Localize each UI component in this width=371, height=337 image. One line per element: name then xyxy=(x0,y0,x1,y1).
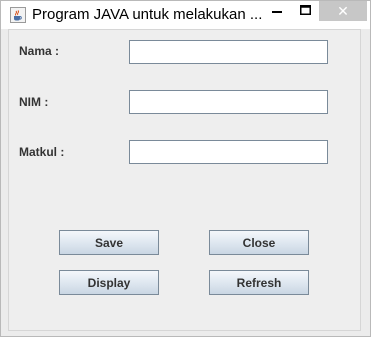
minimize-icon xyxy=(272,2,282,20)
display-button[interactable]: Display xyxy=(59,270,159,295)
maximize-button[interactable] xyxy=(291,1,319,21)
nama-input[interactable] xyxy=(129,40,328,64)
maximize-icon xyxy=(299,2,311,20)
nim-label: NIM : xyxy=(19,95,49,109)
nama-label: Nama : xyxy=(19,44,60,58)
title-bar[interactable]: Program JAVA untuk melakukan ... ✕ xyxy=(1,1,370,29)
refresh-button[interactable]: Refresh xyxy=(209,270,309,295)
java-coffee-cup-icon[interactable] xyxy=(10,7,26,23)
close-icon: ✕ xyxy=(337,2,349,19)
matkul-label: Matkul : xyxy=(19,145,65,159)
minimize-button[interactable] xyxy=(263,1,291,21)
window-title: Program JAVA untuk melakukan ... xyxy=(32,6,263,23)
save-button[interactable]: Save xyxy=(59,230,159,255)
nim-input[interactable] xyxy=(129,90,328,114)
app-window: Program JAVA untuk melakukan ... ✕ Nama … xyxy=(0,0,371,337)
close-button[interactable]: Close xyxy=(209,230,309,255)
window-close-button[interactable]: ✕ xyxy=(319,1,367,21)
matkul-input[interactable] xyxy=(129,140,328,164)
